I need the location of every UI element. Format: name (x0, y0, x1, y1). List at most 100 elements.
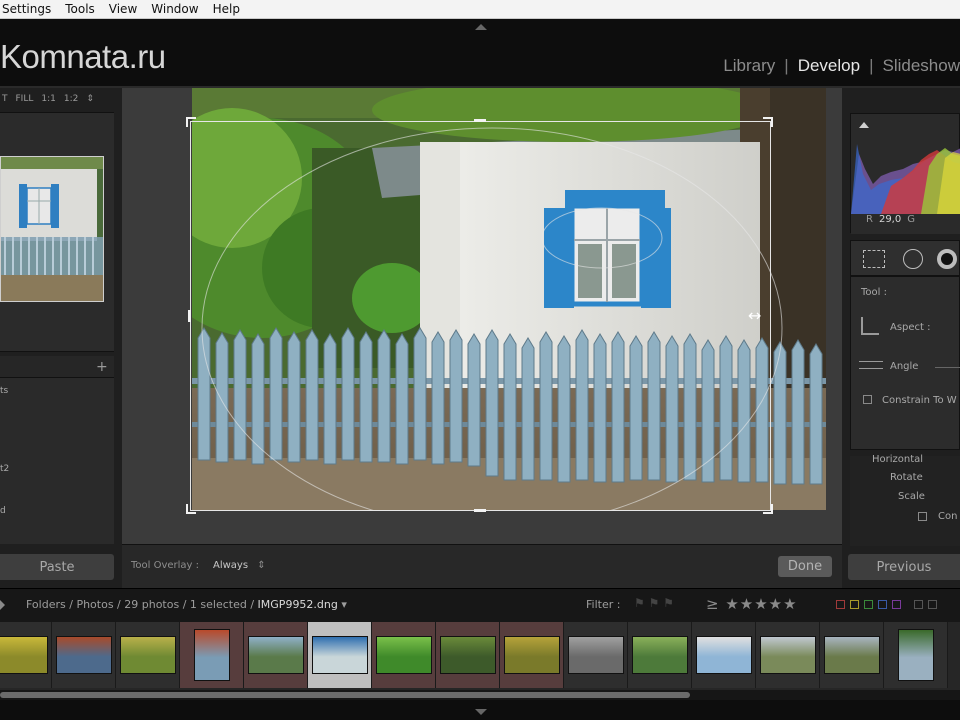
navigator-preview[interactable] (0, 156, 104, 302)
zoom-fit[interactable]: T (2, 94, 8, 104)
menu-help[interactable]: Help (213, 2, 240, 16)
tool-overlay-select[interactable]: Always ⇕ (213, 560, 266, 571)
transform-panel: Horizontal Rotate Scale Con (850, 454, 960, 546)
tool-label: Tool : (861, 287, 887, 298)
g-label: G (907, 214, 915, 225)
add-preset-icon[interactable]: + (96, 359, 108, 375)
clipping-indicator-icon[interactable] (859, 122, 869, 128)
filmstrip-thumbnail[interactable] (568, 636, 624, 674)
color-label-yellow[interactable] (850, 600, 859, 609)
color-label-red[interactable] (836, 600, 845, 609)
module-slideshow[interactable]: Slideshow (883, 56, 960, 76)
menu-settings[interactable]: Settings (2, 2, 51, 16)
crop-handle-top-right[interactable] (763, 117, 773, 127)
filmstrip-thumbnail[interactable] (312, 636, 368, 674)
filename-dropdown-icon[interactable]: ▾ (341, 598, 347, 611)
path-photos: Photos (76, 598, 114, 611)
histogram-readout: R 29,0 G (866, 214, 915, 225)
filmstrip-thumbnail[interactable] (376, 636, 432, 674)
select-arrows-icon: ⇕ (257, 560, 266, 571)
tool-overlay-label: Tool Overlay : (131, 560, 200, 571)
collapse-top-panel-icon[interactable] (475, 24, 487, 30)
constrain-checkbox[interactable] (863, 395, 872, 404)
filmstrip-thumbnail[interactable] (824, 636, 880, 674)
module-separator: | (869, 56, 874, 75)
photo-count: 29 photos (124, 598, 180, 611)
filmstrip-breadcrumb[interactable]: Folders / Photos / 29 photos / 1 selecte… (26, 598, 347, 611)
crop-overlay-tool-icon[interactable] (863, 250, 885, 268)
os-menu-bar: Settings Tools View Window Help (0, 0, 960, 19)
crop-handle-left[interactable] (188, 310, 191, 322)
tool-strip (850, 240, 960, 276)
crop-panel: Tool : Aspect : Angle (850, 276, 960, 450)
zoom-fill[interactable]: FILL (16, 94, 34, 104)
module-separator: | (784, 56, 789, 75)
crop-frame-tool-icon[interactable] (861, 317, 879, 335)
previous-button[interactable]: Previous (848, 554, 960, 580)
menu-window[interactable]: Window (151, 2, 198, 16)
tool-overlay-value: Always (213, 560, 249, 571)
filmstrip-thumbnail[interactable] (194, 629, 230, 681)
angle-label: Angle (890, 361, 919, 372)
filmstrip-thumbnail[interactable] (120, 636, 176, 674)
presets-list: ts t2 d (0, 378, 114, 544)
constrain-crop-label: Con (938, 511, 958, 522)
color-label-none[interactable] (914, 600, 923, 609)
scale-label: Scale (898, 491, 925, 502)
preset-item[interactable]: ts (0, 386, 8, 396)
menu-tools[interactable]: Tools (65, 2, 95, 16)
paste-button[interactable]: Paste (0, 554, 114, 580)
filmstrip-thumbnail[interactable] (0, 636, 48, 674)
zoom-1-2[interactable]: 1:2 (64, 94, 78, 104)
done-button[interactable]: Done (778, 556, 832, 577)
module-develop[interactable]: Develop (798, 56, 860, 76)
rotate-label: Rotate (890, 472, 923, 483)
r-value: 29,0 (878, 214, 902, 225)
red-eye-tool-icon[interactable] (937, 249, 957, 269)
crop-handle-bottom-left[interactable] (186, 504, 196, 514)
angle-slider[interactable] (935, 367, 960, 368)
color-label-purple[interactable] (892, 600, 901, 609)
filmstrip-thumbnail[interactable] (696, 636, 752, 674)
filmstrip-thumbnail[interactable] (898, 629, 934, 681)
module-picker: Library | Develop | Slideshow (723, 56, 960, 76)
filmstrip-scroll-thumb[interactable] (0, 692, 690, 698)
preset-item[interactable]: t2 (0, 464, 9, 474)
preset-item[interactable]: d (0, 506, 6, 516)
color-label-other[interactable] (928, 600, 937, 609)
filmstrip-thumbnail[interactable] (632, 636, 688, 674)
color-label-green[interactable] (864, 600, 873, 609)
rating-filter[interactable]: ≥ ★★★★★ (706, 595, 798, 613)
navigator-header: T FILL 1:1 1:2 ⇕ (0, 88, 118, 110)
zoom-arrows-icon[interactable]: ⇕ (86, 94, 94, 104)
flag-filter-icons[interactable]: ⚑ ⚑ ⚑ (634, 596, 690, 610)
aspect-label: Aspect : (890, 322, 931, 333)
constrain-label: Constrain To W (882, 395, 957, 406)
collapse-filmstrip-icon[interactable] (475, 709, 487, 715)
filmstrip-thumbnail[interactable] (56, 636, 112, 674)
constrain-crop-checkbox[interactable] (918, 512, 927, 521)
crop-handle-bottom-right[interactable] (763, 504, 773, 514)
crop-handle-bottom[interactable] (474, 509, 486, 512)
crop-handle-top[interactable] (474, 119, 486, 122)
filmstrip-thumbnail[interactable] (440, 636, 496, 674)
straighten-tool-icon[interactable] (859, 361, 883, 369)
filmstrip-nav-icon[interactable] (0, 600, 5, 610)
selected-count: 1 selected (189, 598, 247, 611)
color-label-blue[interactable] (878, 600, 887, 609)
module-library[interactable]: Library (723, 56, 775, 76)
path-folders: Folders (26, 598, 66, 611)
filmstrip-thumbnail[interactable] (760, 636, 816, 674)
crop-overlay[interactable] (190, 121, 771, 511)
filmstrip-thumbnail[interactable] (504, 636, 560, 674)
filmstrip-thumbnail[interactable] (248, 636, 304, 674)
resize-cursor-icon: ↔ (748, 306, 762, 325)
horizontal-label: Horizontal (872, 454, 924, 465)
zoom-1-1[interactable]: 1:1 (41, 94, 55, 104)
r-label: R (866, 214, 873, 225)
crop-handle-top-left[interactable] (186, 117, 196, 127)
menu-view[interactable]: View (109, 2, 137, 16)
identity-plate: Komnata.ru (0, 38, 166, 75)
filter-label: Filter : (586, 598, 621, 611)
spot-removal-tool-icon[interactable] (903, 249, 923, 269)
